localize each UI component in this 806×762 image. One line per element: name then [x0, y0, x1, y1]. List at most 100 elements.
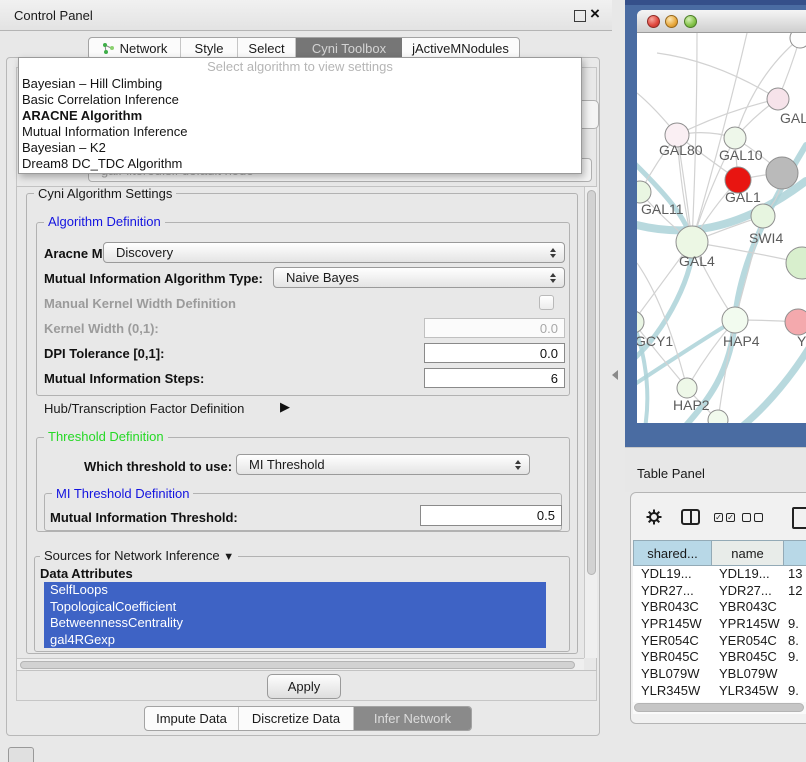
tab-style[interactable]: Style: [181, 38, 238, 59]
data-attribute-item[interactable]: SelfLoops: [44, 582, 546, 599]
table-cell: YPR145W: [712, 616, 784, 633]
node-label-pink-right: Y: [797, 333, 806, 349]
algorithm-popup-placeholder: Select algorithm to view settings: [19, 58, 581, 76]
hub-definition-label: Hub/Transcription Factor Definition: [44, 401, 244, 416]
table-cell: YBL079W: [633, 666, 712, 683]
tab-style-label: Style: [195, 41, 224, 56]
table-row[interactable]: YPR145WYPR145W9.: [633, 616, 806, 633]
network-window-titlebar: [637, 10, 806, 33]
network-node-bottom-node[interactable]: [708, 410, 728, 423]
which-threshold-value: MI Threshold: [249, 457, 325, 472]
deselect-all-columns-icon[interactable]: [742, 513, 763, 522]
table-cell: 12: [784, 583, 806, 600]
which-threshold-dropdown[interactable]: MI Threshold: [236, 454, 530, 475]
data-attribute-item[interactable]: TopologicalCoefficient: [44, 599, 546, 616]
tab-discretize-data-label: Discretize Data: [252, 711, 340, 726]
network-node-swi4[interactable]: [751, 204, 775, 228]
table-horizontal-scrollbar[interactable]: [633, 702, 806, 714]
table-row[interactable]: YDR27...YDR27...12: [633, 583, 806, 600]
manual-kernel-width-checkbox[interactable]: [539, 295, 554, 310]
table-cell: YDL19...: [633, 566, 712, 583]
table-panel-titlebar: Table Panel: [625, 447, 806, 492]
network-node-pink-right[interactable]: [785, 309, 806, 335]
mac-minimize-icon[interactable]: [665, 15, 678, 28]
tab-impute-data[interactable]: Impute Data: [145, 707, 239, 730]
tab-jactivemnodules[interactable]: jActiveMNodules: [402, 38, 519, 59]
network-canvas[interactable]: GALGAL80GAL10GAL1GAL11SWI4GAL4GCY1HAP4YH…: [637, 33, 806, 423]
table-cell: YPR145W: [633, 616, 712, 633]
cyni-bottom-tabs: Impute Data Discretize Data Infer Networ…: [144, 706, 472, 731]
network-node-hap2[interactable]: [677, 378, 697, 398]
table-cell: YER054C: [712, 633, 784, 650]
mi-algorithm-type-dropdown[interactable]: Naive Bayes: [273, 267, 565, 288]
mac-zoom-icon[interactable]: [684, 15, 697, 28]
aracne-mode-value: Discovery: [116, 245, 173, 260]
network-node-top-partial[interactable]: [790, 33, 806, 48]
table-row[interactable]: YBR043CYBR043C: [633, 599, 806, 616]
data-attribute-item[interactable]: BetweennessCentrality: [44, 615, 546, 632]
table-cell: 8.: [784, 633, 806, 650]
node-label-hap2: HAP2: [673, 397, 710, 413]
column-header-partial[interactable]: [784, 540, 806, 566]
export-table-icon[interactable]: [792, 507, 806, 529]
aracne-mode-dropdown[interactable]: Discovery: [103, 242, 565, 263]
table-cell: [784, 666, 806, 683]
mi-steps-field[interactable]: [424, 368, 565, 388]
table-cell: YBR043C: [633, 599, 712, 616]
mi-threshold-field[interactable]: [420, 505, 562, 526]
column-header-shared-name[interactable]: shared...: [633, 540, 712, 566]
hub-expand-arrow-icon[interactable]: ▶: [280, 399, 290, 415]
algorithm-definition-title: Algorithm Definition: [44, 215, 165, 228]
algorithm-option[interactable]: Basic Correlation Inference: [19, 92, 581, 108]
mac-close-icon[interactable]: [647, 15, 660, 28]
network-node-gal11[interactable]: [637, 181, 651, 203]
table-row[interactable]: YDL19...YDL19...13: [633, 566, 806, 583]
algorithm-option[interactable]: Bayesian – K2: [19, 140, 581, 156]
algorithm-option[interactable]: ARACNE Algorithm: [19, 108, 581, 124]
network-node-gal-top[interactable]: [767, 88, 789, 110]
settings-horizontal-scrollbar[interactable]: [17, 658, 584, 670]
table-row[interactable]: YER054CYER054C8.: [633, 633, 806, 650]
node-label-gal10: GAL10: [719, 147, 763, 163]
table-cell: YER054C: [633, 633, 712, 650]
table-row[interactable]: YBL079WYBL079W: [633, 666, 806, 683]
show-columns-icon[interactable]: [681, 509, 700, 525]
tab-discretize-data[interactable]: Discretize Data: [239, 707, 354, 730]
algorithm-option[interactable]: Dream8 DC_TDC Algorithm: [19, 156, 581, 172]
table-cell: YDL19...: [712, 566, 784, 583]
network-node-gcy1[interactable]: [637, 311, 644, 333]
splitter-arrow-icon[interactable]: [612, 370, 618, 380]
kernel-width-field[interactable]: [424, 318, 565, 338]
data-attributes-list[interactable]: SelfLoopsTopologicalCoefficientBetweenne…: [44, 582, 546, 648]
network-node-big-green[interactable]: [786, 247, 806, 279]
network-node-gal10[interactable]: [724, 127, 746, 149]
table-cell: YBR045C: [712, 649, 784, 666]
table-row[interactable]: YLR345WYLR345W9.: [633, 683, 806, 700]
table-cell: YDR27...: [633, 583, 712, 600]
spinner-arrows-icon: [550, 273, 556, 283]
column-header-name[interactable]: name: [712, 540, 784, 566]
tab-select[interactable]: Select: [238, 38, 296, 59]
sources-title: Sources for Network Inference ▼: [40, 549, 238, 564]
table-row[interactable]: YBR045CYBR045C9.: [633, 649, 806, 666]
dpi-tolerance-field[interactable]: [424, 343, 565, 363]
table-cell: YLR345W: [712, 683, 784, 700]
sources-collapse-arrow-icon[interactable]: ▼: [223, 551, 234, 563]
algorithm-option[interactable]: Mutual Information Inference: [19, 124, 581, 140]
apply-button[interactable]: Apply: [267, 674, 341, 699]
tab-infer-network[interactable]: Infer Network: [354, 707, 471, 730]
float-window-icon[interactable]: [574, 10, 586, 22]
network-window: GALGAL80GAL10GAL1GAL11SWI4GAL4GCY1HAP4YH…: [637, 10, 806, 423]
settings-vertical-scrollbar[interactable]: [584, 187, 597, 658]
tab-cyni-toolbox[interactable]: Cyni Toolbox: [296, 38, 402, 59]
node-label-gal4: GAL4: [679, 253, 715, 269]
collapsed-panel-button[interactable]: [8, 747, 34, 762]
data-attribute-item[interactable]: gal4RGexp: [44, 632, 546, 649]
algorithm-option[interactable]: Bayesian – Hill Climbing: [19, 76, 581, 92]
network-node-hap4[interactable]: [722, 307, 748, 333]
tab-network[interactable]: Network: [89, 38, 181, 59]
select-all-columns-icon[interactable]: ✓✓: [714, 513, 735, 522]
network-node-gray-node[interactable]: [766, 157, 798, 189]
close-panel-icon[interactable]: ×: [590, 4, 600, 24]
table-settings-gear-icon[interactable]: [646, 509, 662, 525]
